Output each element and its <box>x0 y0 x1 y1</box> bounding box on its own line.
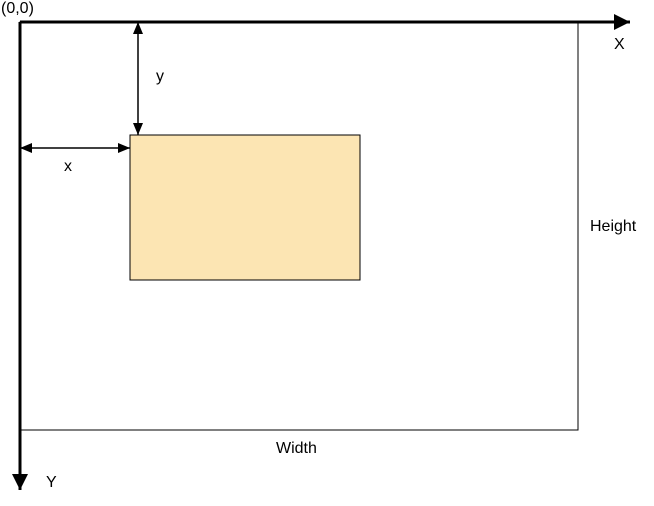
x-dimension-arrow-left <box>20 143 32 153</box>
y-dimension-arrow-top <box>133 22 143 34</box>
diagram-svg <box>0 0 654 506</box>
origin-label: (0,0) <box>1 0 34 18</box>
y-dimension-arrow-bottom <box>133 123 143 135</box>
y-axis-label: Y <box>46 474 57 492</box>
x-axis-arrowhead <box>614 14 630 30</box>
y-axis-arrowhead <box>12 474 28 490</box>
x-dimension-arrow-right <box>118 143 130 153</box>
y-dimension-label: y <box>156 68 164 86</box>
height-label: Height <box>590 218 636 236</box>
coordinate-diagram: { "origin_label": "(0,0)", "x_axis_label… <box>0 0 654 506</box>
x-dimension-label: x <box>64 158 72 176</box>
inner-rect <box>130 135 360 280</box>
width-label: Width <box>276 440 317 458</box>
x-axis-label: X <box>614 36 625 54</box>
